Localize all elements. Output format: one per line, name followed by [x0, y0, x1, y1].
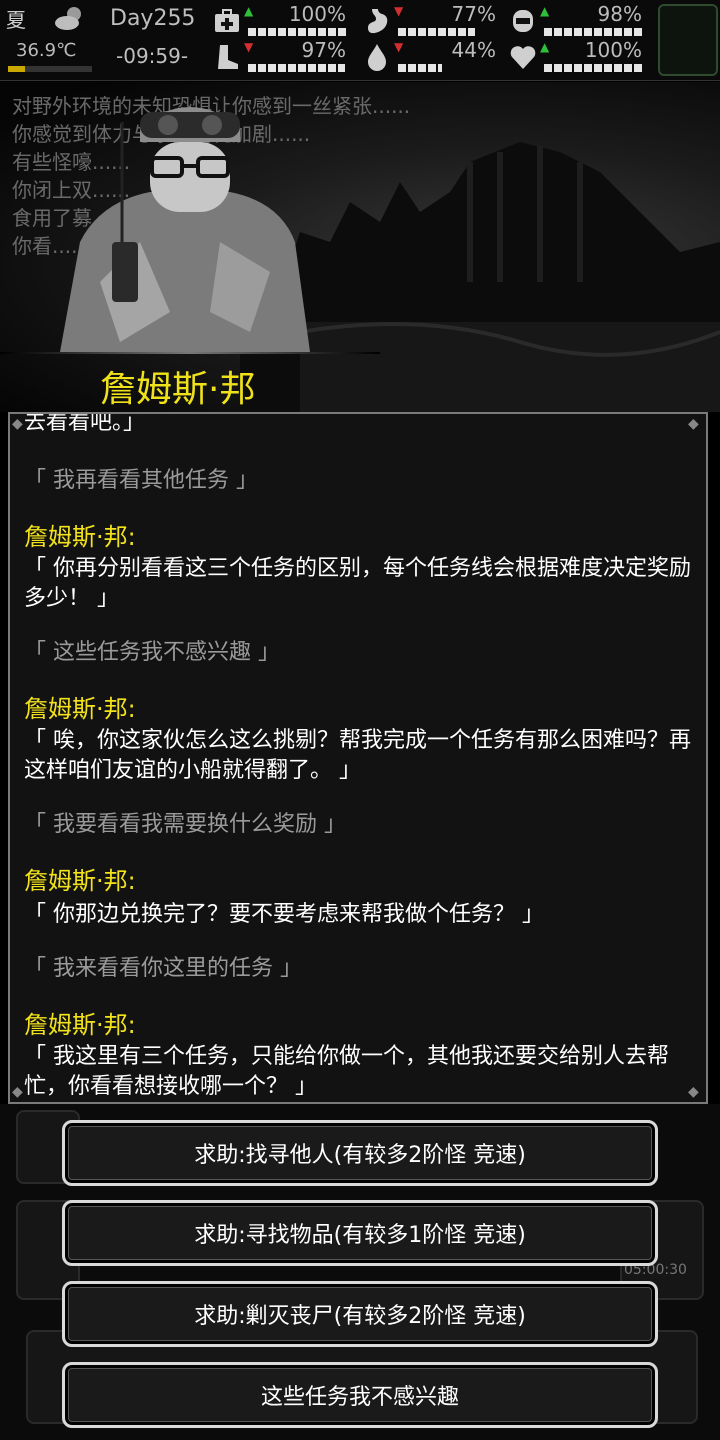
temperature-bar: [8, 66, 92, 72]
health-bar: [248, 28, 348, 36]
npc-line: 「 我这里有三个任务，只能给你做一个，其他我还要交给别人去帮忙，你看看想接收哪一…: [24, 1044, 669, 1099]
speaker-label: 詹姆斯·邦:: [24, 523, 136, 551]
health-kit-icon: [215, 9, 239, 32]
day-counter: Day255: [110, 6, 196, 31]
npc-line: 「 你那边兑换完了？要不要考虑来帮我做个任务？ 」: [24, 902, 544, 927]
choice-not-interested-button[interactable]: 这些任务我不感兴趣: [62, 1362, 658, 1428]
thirst-value: 44%: [451, 38, 496, 62]
npc-line: 「 你再分别看看这三个任务的区别，每个任务线会根据难度决定奖励多少！ 」: [24, 556, 691, 611]
player-choice-line: 「 我再看看其他任务 」: [24, 468, 258, 493]
stamina-value: 97%: [301, 38, 346, 62]
equipment-slot[interactable]: [658, 4, 718, 76]
injury-value: 98%: [597, 2, 642, 26]
trend-down-icon: ▼: [394, 4, 404, 18]
trend-up-icon: ▲: [540, 40, 550, 54]
injury-bar: [544, 28, 644, 36]
npc-name: 詹姆斯·邦: [100, 369, 256, 410]
trend-up-icon: ▲: [540, 4, 550, 18]
boot-icon: [218, 45, 238, 69]
player-choice-line: 「 我来看看你这里的任务 」: [24, 956, 302, 981]
game-clock: -09:59-: [116, 44, 189, 68]
hunger-value: 77%: [451, 2, 496, 26]
bandage-icon: [513, 10, 533, 32]
choice-find-person-button[interactable]: 求助:找寻他人(有较多2阶怪 竞速): [62, 1120, 658, 1186]
name-divider: [0, 352, 380, 354]
speaker-label: 詹姆斯·邦:: [24, 1011, 136, 1039]
speaker-label: 詹姆斯·邦:: [24, 867, 136, 895]
stat-mood: ▲ 100%: [508, 38, 648, 74]
stat-health: ▲ 100%: [212, 2, 352, 38]
stat-hunger: ▼ 77%: [362, 2, 502, 38]
scene-panel: 对野外环境的未知恐惧让你感到一丝紧张...... 你感觉到体力与水分消耗加剧..…: [0, 82, 720, 412]
heart-icon: [510, 46, 536, 69]
status-bar: 夏 36.9℃ Day255 -09:59- ▲ 100% ▼ 77% ▲ 98…: [0, 0, 720, 81]
choice-eliminate-zombies-button[interactable]: 求助:剿灭丧尸(有较多2阶怪 竞速): [62, 1281, 658, 1347]
thirst-bar: [398, 64, 498, 72]
player-choice-line: 「 我要看看我需要换什么奖励 」: [24, 812, 346, 837]
water-drop-icon: [368, 44, 386, 71]
trend-up-icon: ▲: [244, 4, 254, 18]
cloud-sun-icon: [55, 7, 81, 30]
health-value: 100%: [288, 2, 346, 26]
stomach-icon: [368, 9, 388, 34]
speaker-label: 詹姆斯·邦:: [24, 695, 136, 723]
mood-value: 100%: [584, 38, 642, 62]
season-label: 夏: [6, 8, 26, 32]
hunger-bar: [398, 28, 498, 36]
stat-thirst: ▼ 44%: [362, 38, 502, 74]
stat-stamina: ▼ 97%: [212, 38, 352, 74]
mood-bar: [544, 64, 644, 72]
player-choice-line: 「 这些任务我不感兴趣 」: [24, 640, 280, 665]
stat-injury: ▲ 98%: [508, 2, 648, 38]
temperature-value: 36.9℃: [16, 40, 77, 61]
stamina-bar: [248, 64, 348, 72]
choice-find-item-button[interactable]: 求助:寻找物品(有较多1阶怪 竞速): [62, 1200, 658, 1266]
trend-down-icon: ▼: [394, 40, 404, 54]
npc-line: 去看看吧。」: [24, 412, 146, 435]
trend-down-icon: ▼: [244, 40, 254, 54]
npc-portrait: [60, 107, 310, 352]
dialog-panel[interactable]: ◆ ◆ ◆ ◆ 去看看吧。」 「 我再看看其他任务 」 詹姆斯·邦: 「 你再分…: [8, 412, 708, 1104]
npc-line: 「 唉，你这家伙怎么这么挑剔？帮我完成一个任务有那么困难吗？再这样咱们友谊的小船…: [24, 728, 691, 783]
